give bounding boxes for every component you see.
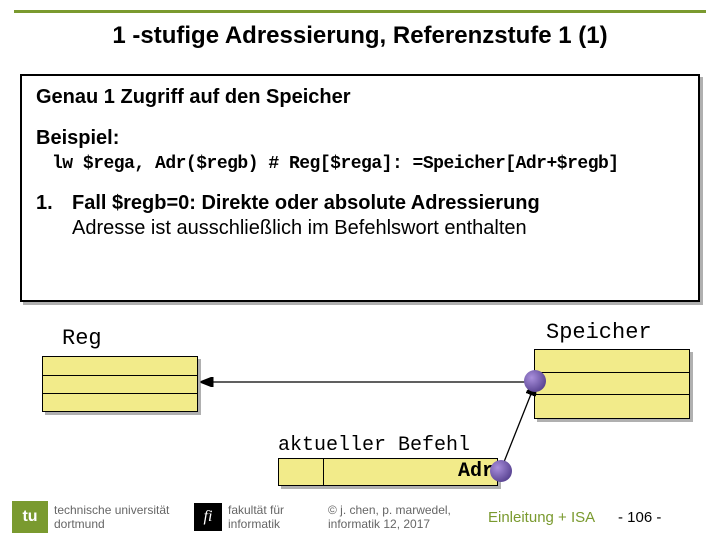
- case-number: 1.: [36, 192, 72, 215]
- slide-title: 1 -stufige Adressierung, Referenzstufe 1…: [0, 22, 720, 50]
- example-label: Beispiel:: [36, 127, 684, 150]
- speicher-box: [534, 349, 690, 419]
- adr-label: Adr: [458, 460, 494, 483]
- speicher-label: Speicher: [546, 320, 652, 345]
- case-row: 1. Fall $regb=0: Direkte oder absolute A…: [36, 192, 684, 215]
- speicher-row-divider: [535, 394, 689, 395]
- case-line2: Adresse ist ausschließlich im Befehlswor…: [72, 217, 684, 240]
- footer: tu technische universität dortmund fi fa…: [0, 494, 720, 540]
- befehl-divider: [323, 459, 324, 485]
- reg-label: Reg: [62, 326, 102, 351]
- uni-line1: technische universität: [54, 503, 169, 517]
- top-rule: [14, 10, 706, 13]
- tu-logo: tu: [12, 501, 48, 533]
- copy-line2: informatik 12, 2017: [328, 517, 430, 531]
- fi-logo: fi: [194, 503, 222, 531]
- example-code: lw $rega, Adr($regb) # Reg[$rega]: =Spei…: [52, 154, 684, 174]
- faculty-name: fakultät für informatik: [228, 503, 328, 532]
- reg-row-divider: [43, 375, 197, 376]
- purple-dot-icon: [524, 370, 546, 392]
- fak-line1: fakultät für: [228, 503, 284, 517]
- reg-box: [42, 356, 198, 412]
- copyright: © j. chen, p. marwedel, informatik 12, 2…: [328, 503, 488, 532]
- purple-dot-icon: [490, 460, 512, 482]
- speicher-row-divider: [535, 372, 689, 373]
- university-name: technische universität dortmund: [54, 503, 194, 532]
- reg-row-divider: [43, 393, 197, 394]
- fak-line2: informatik: [228, 517, 280, 531]
- line-heading: Genau 1 Zugriff auf den Speicher: [36, 86, 684, 109]
- befehl-label: aktueller Befehl: [278, 434, 470, 457]
- case-line1: Fall $regb=0: Direkte oder absolute Adre…: [72, 192, 540, 215]
- section-name: Einleitung + ISA: [488, 509, 618, 526]
- page-number: - 106 -: [618, 509, 661, 526]
- copy-line1: © j. chen, p. marwedel,: [328, 503, 451, 517]
- uni-line2: dortmund: [54, 517, 105, 531]
- content-box: Genau 1 Zugriff auf den Speicher Beispie…: [20, 74, 700, 302]
